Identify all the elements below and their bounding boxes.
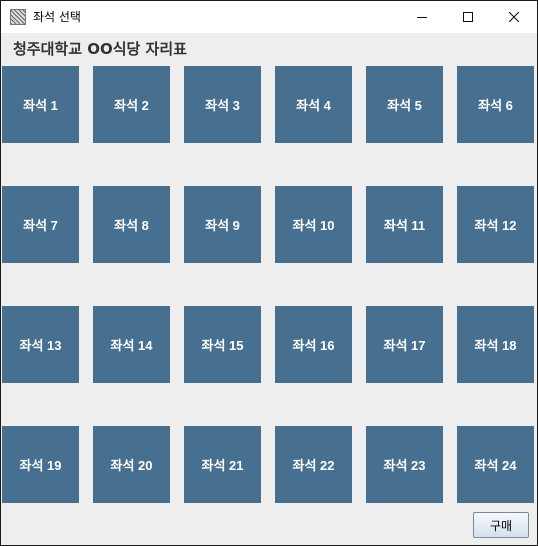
- seat-button[interactable]: 좌석 11: [366, 186, 443, 263]
- maximize-icon: [463, 12, 473, 22]
- minimize-icon: [417, 17, 427, 18]
- seat-button[interactable]: 좌석 17: [366, 306, 443, 383]
- app-window: 좌석 선택 청주대학교 OO식당 자리표 좌석 1 좌석 2 좌석 3 좌석 4 좌석 …: [0, 0, 538, 546]
- seat-button[interactable]: 좌석 23: [366, 426, 443, 503]
- seat-button[interactable]: 좌석 20: [93, 426, 170, 503]
- seat-button[interactable]: 좌석 2: [93, 66, 170, 143]
- app-icon: [10, 9, 26, 25]
- seat-button[interactable]: 좌석 3: [184, 66, 261, 143]
- seat-button[interactable]: 좌석 7: [2, 186, 79, 263]
- minimize-button[interactable]: [399, 1, 445, 33]
- seat-button[interactable]: 좌석 10: [275, 186, 352, 263]
- maximize-button[interactable]: [445, 1, 491, 33]
- seat-button[interactable]: 좌석 15: [184, 306, 261, 383]
- seat-button[interactable]: 좌석 1: [2, 66, 79, 143]
- seat-button[interactable]: 좌석 8: [93, 186, 170, 263]
- seat-button[interactable]: 좌석 13: [2, 306, 79, 383]
- title-bar[interactable]: 좌석 선택: [1, 1, 537, 33]
- seat-button[interactable]: 좌석 21: [184, 426, 261, 503]
- seat-button[interactable]: 좌석 5: [366, 66, 443, 143]
- seat-button[interactable]: 좌석 16: [275, 306, 352, 383]
- seat-button[interactable]: 좌석 9: [184, 186, 261, 263]
- buy-button[interactable]: 구매: [473, 512, 529, 538]
- seat-button[interactable]: 좌석 24: [457, 426, 534, 503]
- seat-button[interactable]: 좌석 12: [457, 186, 534, 263]
- seat-button[interactable]: 좌석 4: [275, 66, 352, 143]
- close-button[interactable]: [491, 1, 537, 33]
- seat-button[interactable]: 좌석 6: [457, 66, 534, 143]
- page-title: 청주대학교 OO식당 자리표: [13, 40, 187, 58]
- seat-button[interactable]: 좌석 19: [2, 426, 79, 503]
- seat-button[interactable]: 좌석 18: [457, 306, 534, 383]
- seat-button[interactable]: 좌석 22: [275, 426, 352, 503]
- close-icon: [509, 12, 519, 22]
- window-title: 좌석 선택: [33, 10, 81, 24]
- seat-button[interactable]: 좌석 14: [93, 306, 170, 383]
